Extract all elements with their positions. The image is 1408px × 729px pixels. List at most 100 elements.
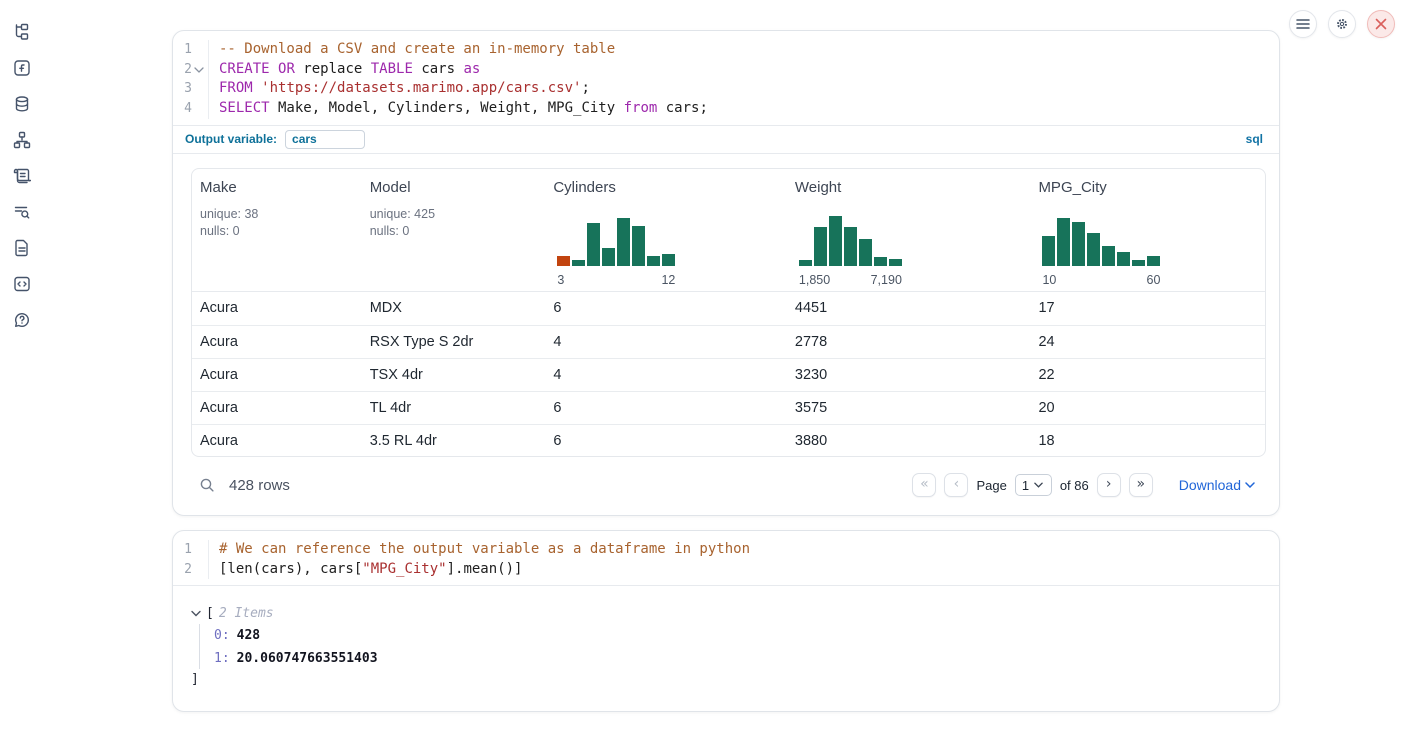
chevron-down-icon [1034, 482, 1043, 488]
first-page-button[interactable]: « [912, 473, 936, 497]
last-page-button[interactable]: » [1129, 473, 1153, 497]
code-token: ].mean()] [447, 561, 523, 577]
table-cell: 3.5 RL 4dr [362, 433, 546, 449]
histogram-bar [1057, 218, 1070, 266]
line-number: 2 [184, 560, 192, 580]
row-count: 428 rows [229, 477, 290, 494]
code-text: CREATE OR replace TABLE cars as [209, 60, 480, 80]
table-cell: 4 [545, 367, 787, 383]
histogram-bar [1087, 233, 1100, 266]
menu-button[interactable] [1289, 10, 1317, 38]
column-stats: unique: 425nulls: 0 [370, 206, 538, 240]
line-number: 1 [184, 40, 192, 60]
histogram-bar [1042, 236, 1055, 266]
help-icon[interactable] [13, 311, 31, 329]
python-code-editor[interactable]: 1# We can reference the output variable … [173, 531, 1279, 585]
topbar-actions [1289, 10, 1395, 38]
column-histogram [1042, 218, 1160, 266]
code-token: cars; [657, 100, 708, 116]
code-token: -- Download a CSV and create an in-memor… [219, 41, 615, 57]
column-stat: nulls: 0 [200, 223, 354, 240]
fold-indicator-icon[interactable] [193, 64, 204, 75]
list-entry: 1:20.060747663551403 [214, 647, 1279, 670]
column-header-weight[interactable]: Weight 1,8507,190 [787, 169, 1031, 291]
code-token [253, 80, 261, 96]
entry-value: 428 [237, 628, 260, 643]
histogram-bar [617, 218, 630, 266]
download-button[interactable]: Download [1173, 476, 1261, 494]
histogram-bar [889, 259, 902, 266]
file-tree-icon[interactable] [13, 23, 31, 41]
output-variable-input[interactable] [285, 130, 365, 149]
prev-page-button[interactable]: ‹ [944, 473, 968, 497]
language-badge: sql [1246, 132, 1263, 146]
code-text: # We can reference the output variable a… [209, 540, 750, 560]
settings-button[interactable] [1328, 10, 1356, 38]
sql-code-editor[interactable]: 1 -- Download a CSV and create an in-memo… [173, 31, 1279, 125]
column-header-make[interactable]: Makeunique: 38nulls: 0 [192, 169, 362, 291]
line-number-gutter: 1 [173, 40, 209, 60]
code-token: cars [413, 61, 464, 77]
sql-output: Makeunique: 38nulls: 0Modelunique: 425nu… [173, 153, 1279, 513]
table-cell: 20 [1030, 400, 1265, 416]
line-number-gutter: 2 [173, 560, 209, 580]
column-stat: unique: 425 [370, 206, 538, 223]
column-header-mpg_city[interactable]: MPG_City1060 [1030, 169, 1265, 291]
histogram-axis-labels: 1,8507,190 [799, 273, 902, 287]
histogram-bar [859, 239, 872, 266]
code-line: 2CREATE OR replace TABLE cars as [173, 60, 1279, 80]
table-body: AcuraMDX6445117AcuraRSX Type S 2dr427782… [192, 292, 1265, 457]
code-line: 1# We can reference the output variable … [173, 540, 1279, 560]
snippets-icon[interactable] [13, 275, 31, 293]
table-cell: MDX [362, 300, 546, 316]
python-output: [ 2 Items 0:4281:20.060747663551403 ] [173, 585, 1279, 689]
search-icon[interactable] [199, 477, 216, 494]
code-text: FROM 'https://datasets.marimo.app/cars.c… [209, 79, 590, 99]
shutdown-button[interactable] [1367, 10, 1395, 38]
table-cell: 24 [1030, 334, 1265, 350]
entry-value: 20.060747663551403 [237, 651, 378, 666]
table-cell: 3575 [787, 400, 1031, 416]
histogram-axis-labels: 312 [557, 273, 675, 287]
table-row: AcuraTL 4dr6357520 [192, 391, 1265, 424]
axis-max-label: 7,190 [871, 273, 902, 287]
table-row: AcuraMDX6445117 [192, 292, 1265, 325]
column-title: Weight [795, 179, 1023, 196]
column-stat: nulls: 0 [370, 223, 538, 240]
column-header-cylinders[interactable]: Cylinders312 [545, 169, 787, 291]
page-total-label: of 86 [1060, 478, 1089, 493]
logs-search-icon[interactable] [13, 203, 31, 221]
table-cell: TSX 4dr [362, 367, 546, 383]
variables-icon[interactable] [13, 59, 31, 77]
sql-cell: 1 -- Download a CSV and create an in-memo… [172, 30, 1280, 516]
page-label: Page [976, 478, 1006, 493]
items-count-label: 2 Items [219, 606, 274, 621]
table-cell: 17 [1030, 300, 1265, 316]
close-icon [1375, 18, 1387, 30]
table-cell: Acura [192, 334, 362, 350]
column-header-model[interactable]: Modelunique: 425nulls: 0 [362, 169, 546, 291]
table-row: AcuraTSX 4dr4323022 [192, 358, 1265, 391]
data-table: Makeunique: 38nulls: 0Modelunique: 425nu… [191, 168, 1266, 457]
output-variable-label: Output variable: [185, 132, 277, 146]
code-token: # We can reference the output variable a… [219, 541, 750, 557]
fold-spacer [193, 103, 204, 114]
fold-spacer [193, 44, 204, 55]
histogram-axis-labels: 1060 [1042, 273, 1160, 287]
code-text: SELECT Make, Model, Cylinders, Weight, M… [209, 99, 708, 119]
line-number-gutter: 3 [173, 79, 209, 99]
next-page-button[interactable]: › [1097, 473, 1121, 497]
download-label: Download [1179, 477, 1241, 493]
page-select[interactable]: 1 [1015, 474, 1052, 496]
histogram-bar [587, 223, 600, 266]
dependency-graph-icon[interactable] [13, 131, 31, 149]
list-entry: 0:428 [214, 624, 1279, 647]
documentation-icon[interactable] [13, 239, 31, 257]
histogram-bar [1147, 256, 1160, 266]
datasources-icon[interactable] [13, 95, 31, 113]
code-token: [len(cars), cars[ [219, 561, 362, 577]
line-number: 3 [184, 79, 192, 99]
collapse-chevron-icon[interactable] [191, 610, 201, 617]
outline-icon[interactable] [13, 167, 31, 185]
code-text: [len(cars), cars["MPG_City"].mean()] [209, 560, 522, 580]
